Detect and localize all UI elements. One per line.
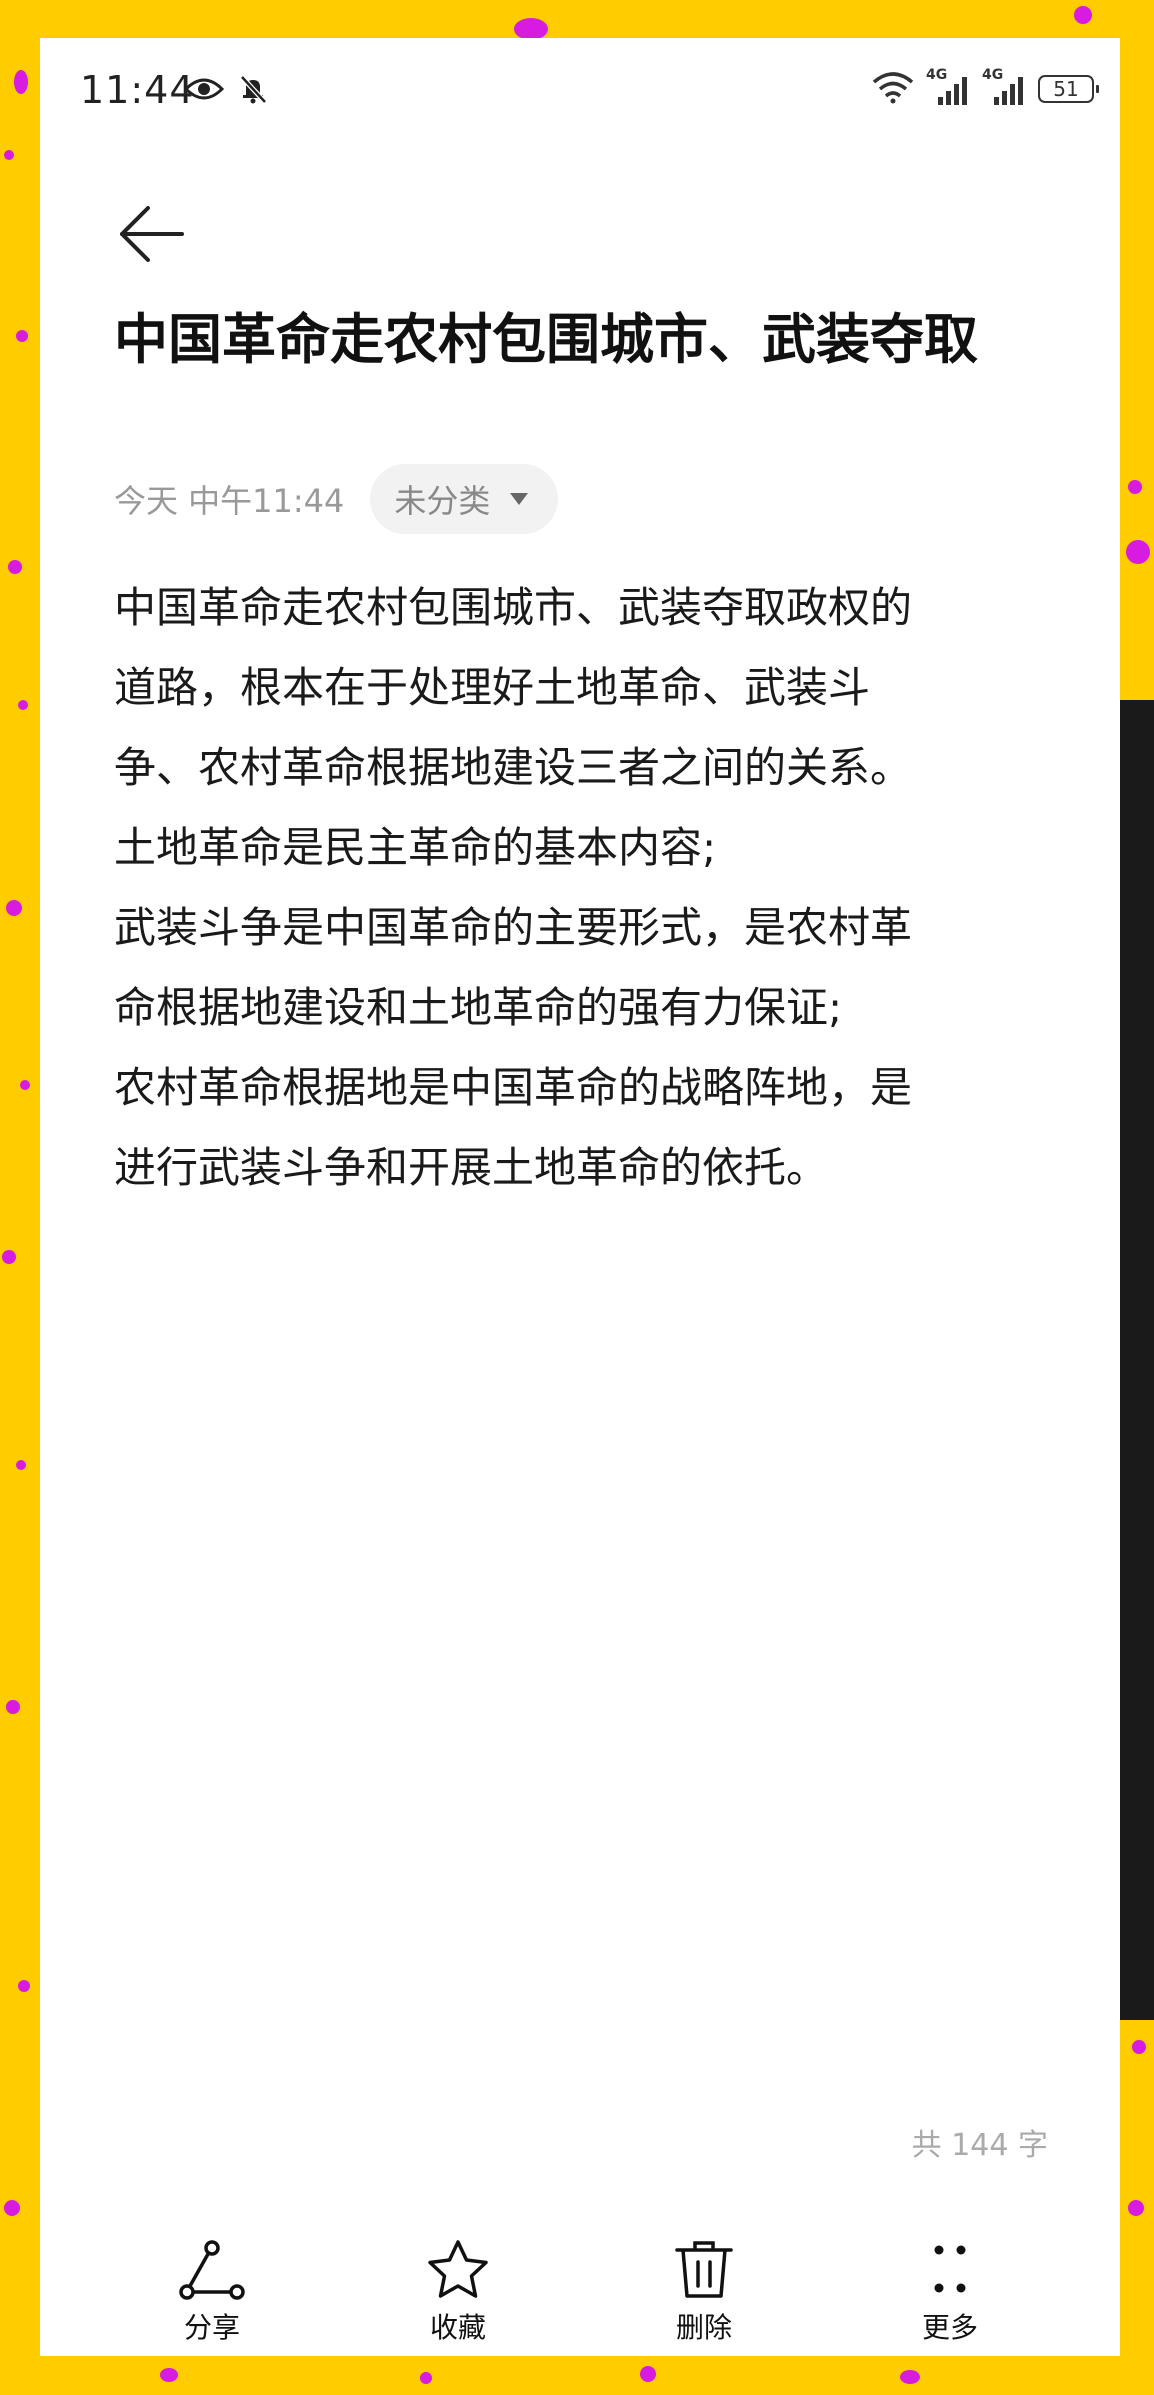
note-line: 农村革命根据地是中国革命的战略阵地，是 <box>114 1063 913 1112</box>
signal-icon: 4G <box>982 67 1026 107</box>
frame-dot <box>14 70 28 94</box>
arrow-left-icon <box>120 206 184 262</box>
category-label: 未分类 <box>394 482 491 520</box>
wifi-icon <box>872 70 914 108</box>
triangle-down-icon <box>510 493 529 505</box>
frame-dot <box>6 900 22 916</box>
note-content[interactable]: 中国革命走农村包围城市、武装夺取政权的 道路，根本在于处理好土地革命、武装斗 争… <box>114 568 1074 1208</box>
more-label: 更多 <box>921 2311 978 2344</box>
frame-dot <box>1128 480 1142 494</box>
frame-dot <box>20 1080 30 1090</box>
word-count: 共 144 字 <box>911 2128 1048 2163</box>
frame-dot <box>160 2368 178 2382</box>
eye-icon <box>183 74 225 108</box>
note-line: 道路，根本在于处理好土地革命、武装斗 <box>114 663 871 712</box>
frame-dot <box>18 1980 30 1992</box>
frame-dot <box>18 700 28 710</box>
frame-dot <box>4 150 14 160</box>
frame-dot <box>16 1460 26 1470</box>
more-dots-icon <box>934 2245 966 2293</box>
status-bar: 11:44 4G 4G 51 <box>40 38 1120 138</box>
frame-dot <box>1126 540 1150 564</box>
favorite-label: 收藏 <box>429 2311 486 2344</box>
frame-dot <box>16 330 28 342</box>
favorite-button[interactable]: 收藏 <box>388 2238 528 2346</box>
note-line: 命根据地建设和土地革命的强有力保证; <box>114 983 843 1032</box>
frame-dot <box>1074 6 1092 24</box>
frame-dot <box>640 2366 656 2382</box>
frame-dot <box>514 18 548 40</box>
category-dropdown[interactable]: 未分类 <box>370 464 559 534</box>
signal-icon: 4G <box>926 67 970 107</box>
more-button[interactable]: 更多 <box>880 2238 1020 2346</box>
notes-screen: 11:44 4G 4G 51 中国革命走农村包围城市、武装夺取 今天 中午11:… <box>40 38 1120 2356</box>
status-right: 4G 4G 51 <box>872 67 1099 108</box>
frame-dot <box>4 2200 20 2216</box>
frame-dot <box>900 2370 920 2384</box>
note-title[interactable]: 中国革命走农村包围城市、武装夺取 <box>114 306 1054 374</box>
frame-dark-edge <box>1120 700 1154 2020</box>
trash-icon <box>675 2241 733 2298</box>
bell-off-icon <box>238 74 268 108</box>
frame-dot <box>1128 2200 1144 2216</box>
frame-dot <box>1132 2040 1146 2054</box>
note-line: 进行武装斗争和开展土地革命的依托。 <box>114 1143 829 1192</box>
star-icon <box>428 2240 488 2298</box>
share-icon <box>179 2240 245 2300</box>
status-time: 11:44 <box>80 68 195 112</box>
note-date: 今天 中午11:44 <box>114 482 345 520</box>
battery-icon: 51 <box>1038 75 1099 103</box>
battery-level: 51 <box>1053 77 1079 101</box>
frame-dot <box>2 1250 16 1264</box>
frame-dot <box>6 1700 20 1714</box>
frame-dot <box>420 2372 432 2384</box>
frame-dot <box>8 560 22 574</box>
note-line: 争、农村革命根据地建设三者之间的关系。 <box>114 743 913 792</box>
share-button[interactable]: 分享 <box>142 2238 282 2346</box>
note-line: 武装斗争是中国革命的主要形式，是农村革 <box>114 903 913 952</box>
note-line: 中国革命走农村包围城市、武装夺取政权的 <box>114 583 913 632</box>
note-line: 土地革命是民主革命的基本内容; <box>114 823 717 872</box>
share-label: 分享 <box>183 2311 240 2344</box>
note-meta: 今天 中午11:44 未分类 <box>114 464 559 534</box>
status-left-icons <box>183 74 268 108</box>
delete-button[interactable]: 删除 <box>634 2238 774 2346</box>
back-button[interactable] <box>112 194 192 274</box>
bottom-toolbar: 分享 收藏 删除 更多 <box>40 2238 1120 2356</box>
delete-label: 删除 <box>675 2311 732 2344</box>
